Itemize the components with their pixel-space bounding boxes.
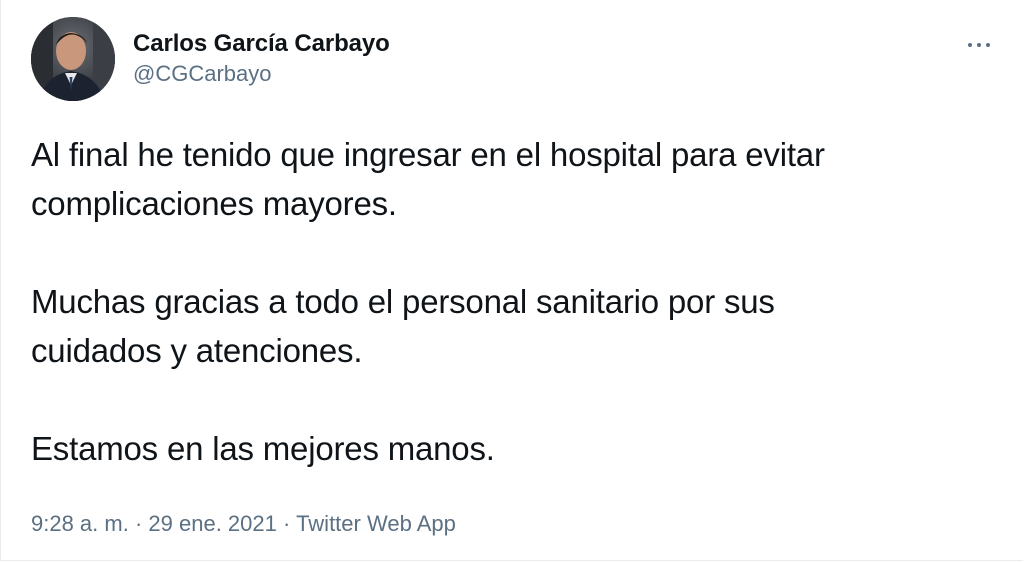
more-horizontal-icon (977, 43, 981, 47)
more-horizontal-icon (986, 43, 990, 47)
tweet-text-line: Estamos en las mejores manos. (31, 430, 495, 467)
tweet-text-line: Muchas gracias a todo el personal sanita… (31, 283, 775, 320)
avatar-photo (31, 17, 115, 101)
tweet-card: Carlos García Carbayo @CGCarbayo Al fina… (0, 0, 1023, 561)
tweet-text-line: cuidados y atenciones. (31, 332, 363, 369)
meta-separator: · (283, 511, 291, 536)
tweet-text: Al final he tenido que ingresar en el ho… (31, 130, 991, 473)
tweet-timestamp-link[interactable]: 9:28 a. m. · 29 ene. 2021 (31, 511, 277, 536)
tweet-text-line: complicaciones mayores. (31, 185, 397, 222)
tweet-time: 9:28 a. m. (31, 511, 129, 536)
tweet-source-link[interactable]: Twitter Web App (296, 511, 456, 536)
author-display-name[interactable]: Carlos García Carbayo (133, 30, 390, 58)
tweet-metadata: 9:28 a. m. · 29 ene. 2021 · Twitter Web … (31, 510, 456, 538)
tweet-date: 29 ene. 2021 (148, 511, 277, 536)
avatar[interactable] (31, 17, 115, 101)
tweet-text-line: Al final he tenido que ingresar en el ho… (31, 136, 825, 173)
tweet-header: Carlos García Carbayo @CGCarbayo (31, 17, 1003, 101)
more-options-button[interactable] (961, 29, 997, 61)
meta-separator: · (134, 511, 143, 536)
more-horizontal-icon (968, 43, 972, 47)
author-info[interactable]: Carlos García Carbayo @CGCarbayo (133, 30, 390, 87)
author-handle[interactable]: @CGCarbayo (133, 61, 390, 87)
